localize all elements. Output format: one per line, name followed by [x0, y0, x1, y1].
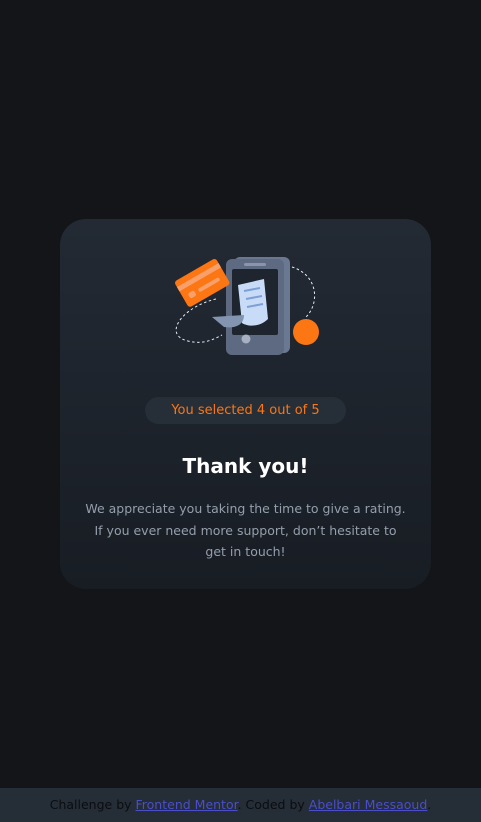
thank-you-illustration-icon: [175, 257, 319, 355]
footer-middle: . Coded by: [237, 797, 309, 812]
frontend-mentor-link[interactable]: Frontend Mentor: [136, 797, 238, 812]
message-line: get in touch!: [205, 544, 286, 559]
message-line: We appreciate you taking the time to giv…: [85, 501, 406, 516]
page-title: Thank you!: [182, 454, 309, 478]
footer-prefix: Challenge by: [49, 797, 136, 812]
attribution-footer: Challenge by Frontend Mentor. Coded by A…: [0, 788, 481, 822]
message-line: If you ever need more support, don’t hes…: [94, 522, 397, 538]
selection-badge: You selected 4 out of 5: [145, 397, 346, 424]
author-link[interactable]: Abelbari Messaoud: [309, 797, 428, 812]
footer-suffix: .: [427, 797, 432, 812]
thank-you-card: You selected 4 out of 5 Thank you! We ap…: [60, 219, 431, 589]
thank-you-message: We appreciate you taking the time to giv…: [84, 498, 407, 563]
